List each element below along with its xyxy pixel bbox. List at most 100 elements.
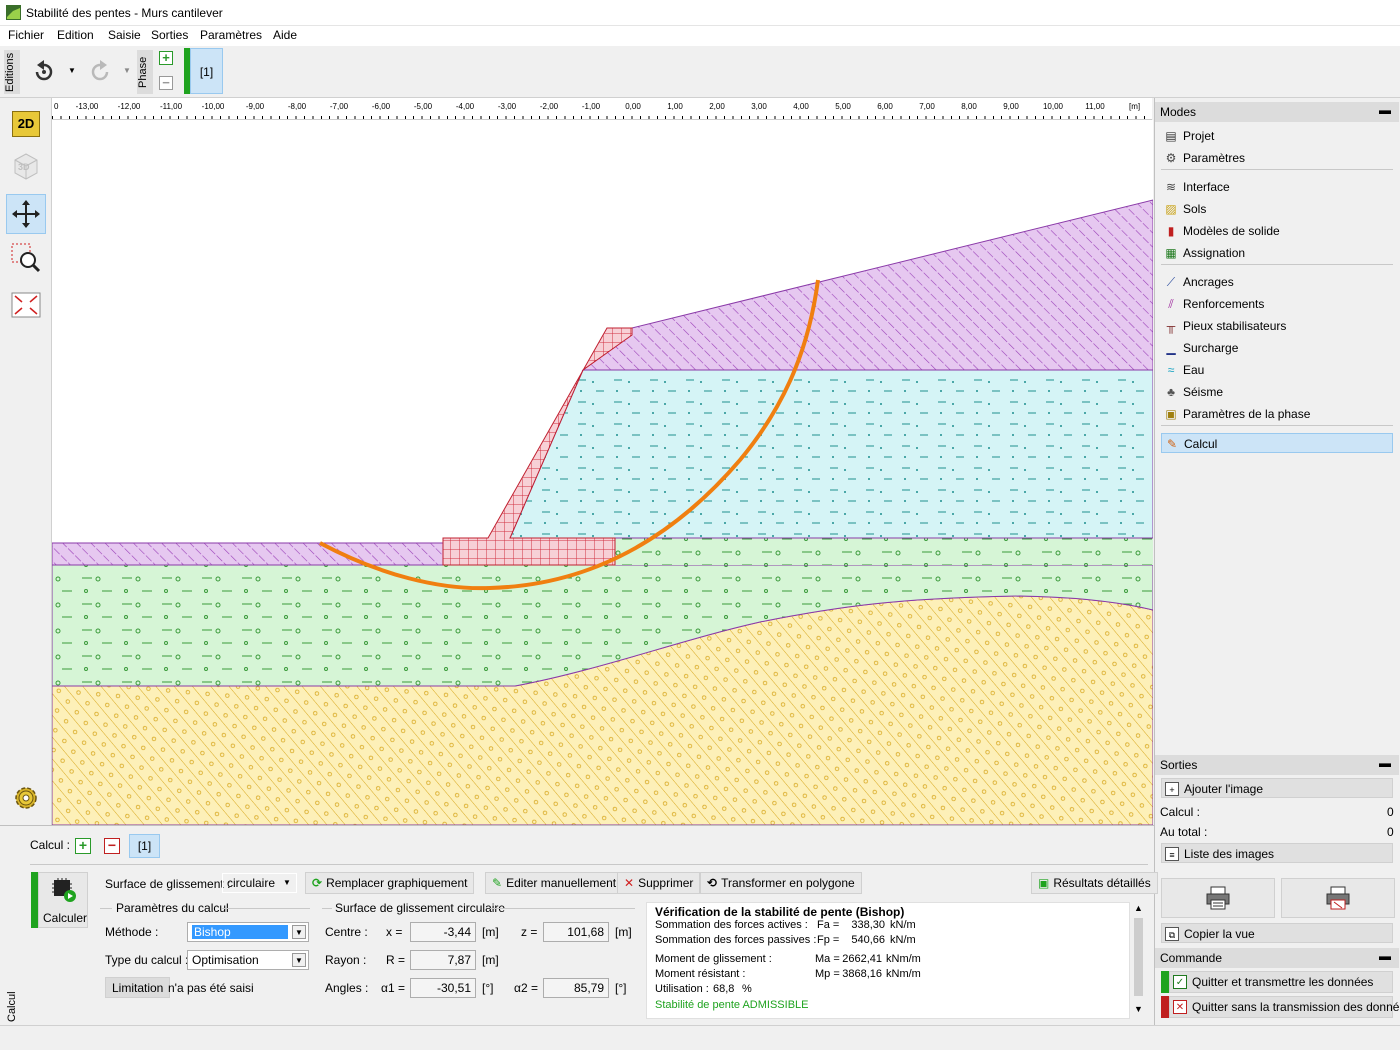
mode-item-pieux-stabilisateurs[interactable]: ╥ Pieux stabilisateurs (1161, 316, 1393, 336)
mode-item-surcharge[interactable]: ▁ Surcharge (1161, 338, 1393, 358)
ruler-tick-label: -2,00 (539, 102, 559, 111)
menu-saisie[interactable]: Saisie (108, 28, 141, 42)
image-list-button[interactable]: ≡ Liste des images (1161, 843, 1393, 863)
total-count-value: 0 (1387, 825, 1394, 839)
mode-item-assignation[interactable]: ▦ Assignation (1161, 243, 1393, 263)
ruler-tick-label: -12,00 (117, 102, 141, 111)
commande-collapse-icon[interactable]: ▬ (1379, 949, 1391, 963)
method-select[interactable]: Bishop ▼ (187, 922, 309, 942)
modes-collapse-icon[interactable]: ▬ (1379, 103, 1391, 117)
limitation-button[interactable]: Limitation (105, 977, 171, 998)
geometry-canvas[interactable] (52, 120, 1153, 825)
undo-dropdown-icon[interactable]: ▼ (68, 66, 76, 75)
window-title: Stabilité des pentes - Murs cantilever (26, 6, 223, 20)
menu-fichier[interactable]: Fichier (8, 28, 44, 42)
redo-button[interactable] (86, 58, 114, 86)
alpha2-field[interactable]: 85,79 (543, 978, 609, 998)
mode-item-sols[interactable]: ▨ Sols (1161, 199, 1393, 219)
menu-aide[interactable]: Aide (273, 28, 297, 42)
copy-view-button[interactable]: ⧉ Copier la vue (1161, 923, 1393, 943)
mode-item-parametres[interactable]: ⚙ Paramètres (1161, 148, 1393, 168)
add-phase-button[interactable]: + (159, 51, 173, 65)
add-image-button[interactable]: + Ajouter l'image (1161, 778, 1393, 798)
stability-verdict: Stabilité de pente ADMISSIBLE (655, 999, 809, 1011)
mode-item-projet[interactable]: ▤ Projet (1161, 126, 1393, 146)
surface-select[interactable]: circulaire ▼ (222, 873, 297, 893)
passive-forces-symbol: Fp = (817, 934, 840, 946)
mode-item-renforcements[interactable]: ⫽ Renforcements (1161, 294, 1393, 314)
mode-item-modeles-de-solide[interactable]: ▮ Modèles de solide (1161, 221, 1393, 241)
ruler-tick-label: 1,00 (667, 102, 683, 111)
results-scrollbar[interactable]: ▲ ▼ (1131, 902, 1146, 1019)
centre-z-field[interactable]: 101,68 (543, 922, 609, 942)
print-preview-button[interactable] (1281, 878, 1395, 918)
utilisation-value: 68,8 (713, 983, 735, 995)
ruler-tick-label: -7,00 (329, 102, 349, 111)
chevron-down-icon[interactable]: ▼ (1134, 1004, 1143, 1014)
replace-graphically-button[interactable]: ⟳ Remplacer graphiquement (305, 872, 475, 894)
app-icon (6, 5, 21, 20)
mode-item-calcul[interactable]: ✎ Calcul (1161, 433, 1393, 453)
centre-x-field[interactable]: -3,44 (410, 922, 476, 942)
detailed-results-button[interactable]: ▣ Résultats détaillés (1031, 872, 1158, 894)
move-arrows-icon (12, 200, 40, 228)
toolbar: Editions ▼ ▼ Phase + − [1] (0, 46, 1400, 98)
scroll-thumb[interactable] (1134, 918, 1143, 996)
edit-manually-button[interactable]: ✎ Editer manuellement (485, 872, 624, 894)
chevron-up-icon[interactable]: ▲ (1134, 903, 1143, 913)
document-icon: ▤ (1165, 129, 1177, 143)
alpha1-field[interactable]: -30,51 (410, 978, 476, 998)
quit-transmit-indicator (1161, 971, 1169, 993)
limitation-status: n'a pas été saisi (168, 981, 254, 995)
remove-phase-button[interactable]: − (159, 76, 173, 90)
fit-view-button[interactable] (6, 286, 46, 326)
quit-no-transmit-button[interactable]: ✕ Quitter sans la transmission des donnée… (1169, 996, 1400, 1018)
view-3d-button[interactable]: 3D (6, 146, 46, 186)
mode-item-seisme[interactable]: ♣ Séisme (1161, 382, 1393, 402)
redo-dropdown-icon[interactable]: ▼ (123, 66, 131, 75)
mode-item-parametres-de-la-phase[interactable]: ▣ Paramètres de la phase (1161, 404, 1393, 424)
ruler-tick-label: -3,00 (497, 102, 517, 111)
mode-item-label: Ancrages (1183, 275, 1234, 289)
view-2d-button[interactable]: 2D (6, 104, 46, 144)
mode-item-ancrages[interactable]: ⟋ Ancrages (1161, 272, 1393, 292)
earthquake-icon: ♣ (1167, 385, 1175, 399)
pan-tool-button[interactable] (6, 194, 46, 234)
settings-button[interactable] (6, 778, 46, 818)
utilisation-unit: % (742, 983, 752, 995)
mode-separator (1161, 169, 1393, 170)
calc-type-select[interactable]: Optimisation ▼ (187, 950, 309, 970)
phase-tab-1[interactable]: [1] (190, 48, 223, 94)
title-bar: Stabilité des pentes - Murs cantilever (0, 0, 1400, 26)
remove-calc-button[interactable]: − (104, 838, 120, 854)
quit-transmit-button[interactable]: ✓ Quitter et transmettre les données (1169, 971, 1393, 993)
mode-separator (1161, 264, 1393, 265)
menu-edition[interactable]: Edition (57, 28, 94, 42)
radius-field[interactable]: 7,87 (410, 950, 476, 970)
ruler-tick-label: 6,00 (877, 102, 893, 111)
z-label: z = (521, 925, 538, 939)
calculate-button[interactable]: Calculer (38, 872, 88, 928)
undo-button[interactable] (30, 58, 58, 86)
commande-header: Commande ▬ (1155, 948, 1399, 968)
zoom-tool-button[interactable] (6, 238, 46, 278)
modes-header: Modes ▬ (1155, 102, 1399, 122)
delete-button[interactable]: ✕ Supprimer (617, 872, 701, 894)
mode-item-label: Séisme (1183, 385, 1224, 399)
r-unit: [m] (482, 953, 499, 967)
mode-item-label: Projet (1183, 129, 1215, 143)
chevron-down-icon: ▼ (292, 925, 306, 939)
menu-parametres[interactable]: Paramètres (200, 28, 262, 42)
calc-tab-1[interactable]: [1] (129, 834, 160, 858)
mode-item-interface[interactable]: ≋ Interface (1161, 177, 1393, 197)
add-calc-button[interactable]: + (75, 838, 91, 854)
assign-icon: ▦ (1165, 246, 1177, 260)
mode-item-eau[interactable]: ≈ Eau (1161, 360, 1393, 380)
transform-polygon-button[interactable]: ⟲ Transformer en polygone (700, 872, 862, 894)
menu-sorties[interactable]: Sorties (151, 28, 188, 42)
sorties-collapse-icon[interactable]: ▬ (1379, 756, 1391, 770)
print-button[interactable] (1161, 878, 1275, 918)
ruler-tick-label: -9,00 (245, 102, 265, 111)
chip-run-icon (52, 878, 76, 902)
printer-icon (1206, 886, 1230, 910)
